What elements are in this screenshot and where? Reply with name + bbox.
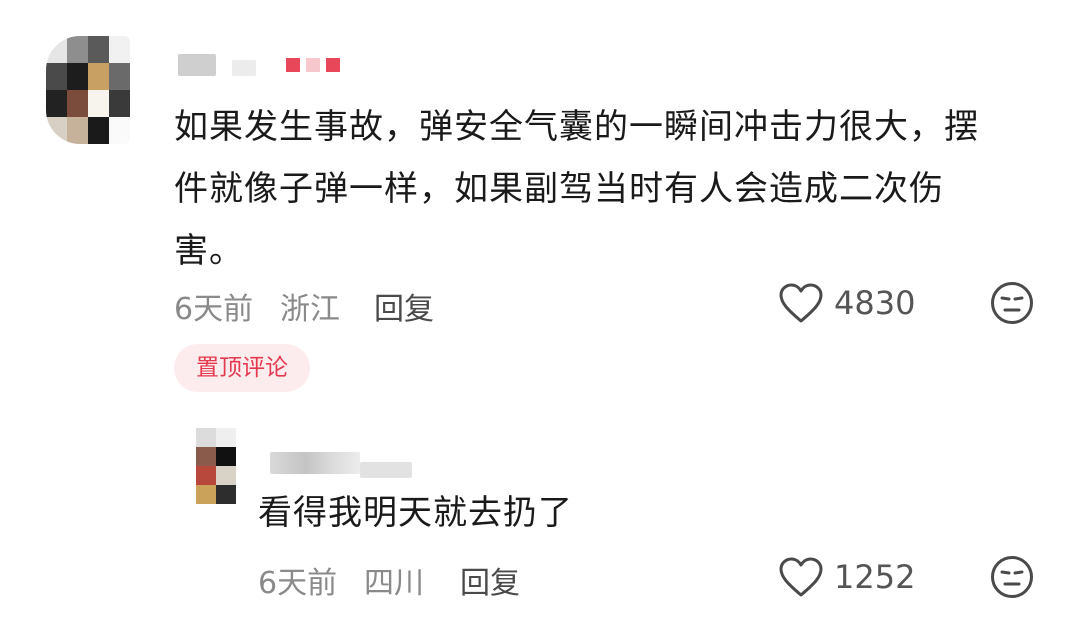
username-blurred[interactable]	[178, 54, 216, 76]
reply-username-blurred-tail	[360, 462, 412, 478]
reply-avatar[interactable]	[196, 428, 236, 504]
username-blurred-tail	[232, 60, 256, 76]
neutral-face-icon[interactable]	[990, 281, 1034, 325]
reply-username-blurred[interactable]	[270, 452, 360, 474]
comment-line: 件就像子弹一样，如果副驾当时有人会造成二次伤	[174, 169, 944, 209]
user-badge-blurred	[286, 54, 348, 76]
comment-location: 浙江	[280, 292, 340, 327]
reply-location: 四川	[364, 566, 424, 601]
pinned-comment-badge: 置顶评论	[174, 344, 310, 392]
reply-time: 6天前	[258, 566, 338, 601]
comment-text: 如果发生事故，弹安全气囊的一瞬间冲击力很大，摆 件就像子弹一样，如果副驾当时有人…	[174, 96, 1044, 282]
reply-reply-button[interactable]: 回复	[460, 558, 520, 602]
heart-outline-icon	[779, 557, 823, 597]
avatar[interactable]	[46, 36, 130, 144]
comment-time: 6天前	[174, 292, 254, 327]
heart-outline-icon	[779, 283, 823, 323]
neutral-face-icon[interactable]	[990, 555, 1034, 599]
reply-button[interactable]: 回复	[374, 284, 434, 328]
reply-like-count: 1252	[834, 558, 916, 596]
like-button[interactable]: 4830	[778, 282, 915, 324]
reply-text: 看得我明天就去扔了	[258, 493, 573, 533]
like-count: 4830	[834, 284, 916, 322]
comment-line: 如果发生事故，弹安全气囊的一瞬间冲击力很大，摆	[174, 107, 979, 147]
comment-line: 害。	[174, 231, 244, 271]
reply-like-button[interactable]: 1252	[778, 556, 915, 598]
